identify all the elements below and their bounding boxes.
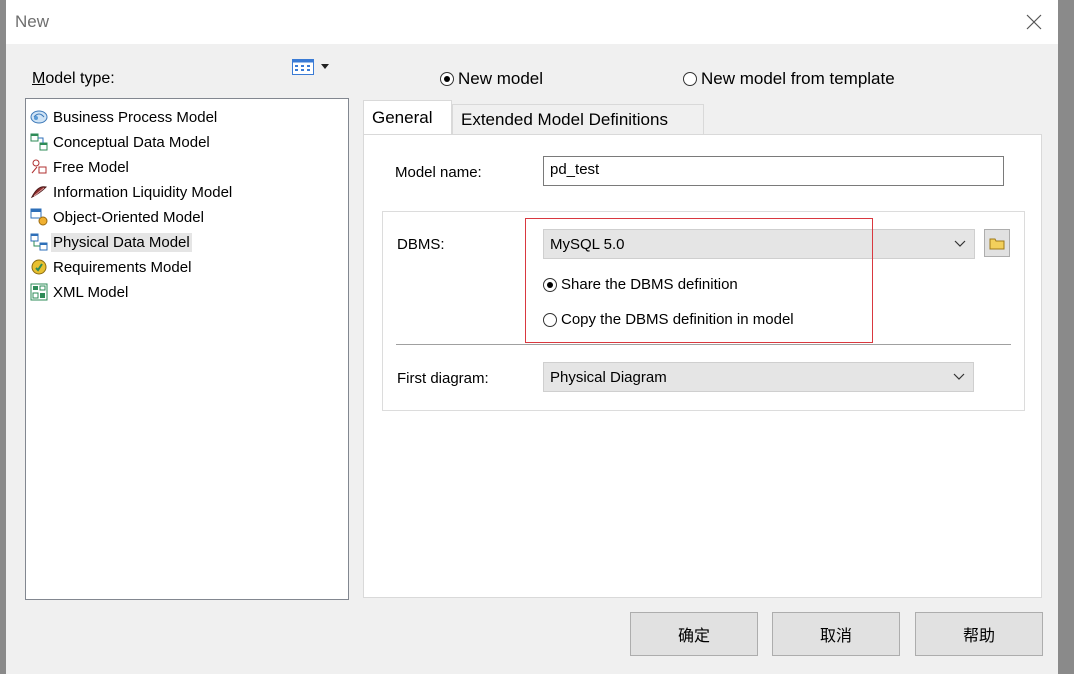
tab-general[interactable]: General bbox=[363, 100, 452, 134]
first-diagram-select[interactable]: Physical Diagram bbox=[543, 362, 974, 392]
model-type-label: Model type: bbox=[32, 70, 115, 88]
template-radio-dot bbox=[683, 72, 697, 86]
new-model-dialog: New Model type: Business Process Model C… bbox=[6, 0, 1058, 674]
ok-button[interactable]: 确定 bbox=[630, 612, 758, 656]
model-type-item-conceptual-data[interactable]: Conceptual Data Model bbox=[30, 131, 212, 153]
tab-extended-label: Extended Model Definitions bbox=[461, 109, 668, 129]
new-model-label: New model bbox=[458, 69, 544, 88]
model-type-label-text: Conceptual Data Model bbox=[53, 133, 210, 151]
model-type-label-text: Business Process Model bbox=[53, 108, 218, 126]
new-model-from-template-radio[interactable]: New model from template bbox=[683, 69, 938, 89]
dropdown-arrow-icon bbox=[321, 64, 329, 69]
group-separator bbox=[396, 344, 1011, 345]
model-type-label-text: Free Model bbox=[53, 158, 129, 176]
model-type-label-text: Physical Data Model bbox=[51, 232, 192, 252]
model-type-item-xml-model[interactable]: XML Model bbox=[30, 281, 130, 303]
window-title: New bbox=[15, 12, 50, 31]
model-type-rest: odel type: bbox=[45, 70, 115, 87]
tab-extended-model-definitions[interactable]: Extended Model Definitions bbox=[452, 104, 704, 134]
cancel-button[interactable]: 取消 bbox=[772, 612, 900, 656]
first-diagram-value: Physical Diagram bbox=[550, 368, 667, 386]
view-mode-button[interactable] bbox=[292, 58, 336, 76]
requirements-icon bbox=[30, 258, 48, 276]
help-button[interactable]: 帮助 bbox=[915, 612, 1043, 656]
model-type-item-object-oriented[interactable]: Object-Oriented Model bbox=[30, 206, 206, 228]
model-type-label-text: Requirements Model bbox=[53, 258, 192, 276]
chevron-down-icon bbox=[954, 240, 966, 247]
model-type-item-information-liquidity[interactable]: Information Liquidity Model bbox=[30, 181, 234, 203]
grid-view-icon bbox=[292, 59, 314, 75]
model-type-label-text: Object-Oriented Model bbox=[53, 208, 204, 226]
new-model-radio-dot bbox=[440, 72, 454, 86]
conceptual-data-icon bbox=[30, 133, 48, 151]
information-liquidity-icon bbox=[30, 183, 48, 201]
model-type-label-text: XML Model bbox=[53, 283, 129, 301]
model-name-label: Model name: bbox=[395, 164, 482, 181]
model-type-mnemonic: M bbox=[32, 70, 46, 87]
first-diagram-label: First diagram: bbox=[397, 370, 489, 387]
highlight-box bbox=[525, 218, 873, 343]
xml-model-icon bbox=[30, 283, 48, 301]
model-type-label-text: Information Liquidity Model bbox=[53, 183, 233, 201]
folder-icon bbox=[989, 238, 1005, 250]
model-type-item-requirements[interactable]: Requirements Model bbox=[30, 256, 193, 278]
close-icon[interactable] bbox=[1024, 12, 1044, 32]
dbms-browse-button[interactable] bbox=[984, 229, 1010, 257]
title-bar: New bbox=[6, 0, 1058, 44]
model-type-list[interactable]: Business Process Model Conceptual Data M… bbox=[25, 98, 349, 600]
dbms-label: DBMS: bbox=[397, 236, 445, 253]
model-type-item-business-process[interactable]: Business Process Model bbox=[30, 106, 219, 128]
business-process-icon bbox=[30, 108, 48, 126]
chevron-down-icon bbox=[953, 373, 965, 380]
model-name-input[interactable]: pd_test bbox=[543, 156, 1004, 186]
new-model-from-template-label: New model from template bbox=[701, 69, 895, 88]
free-model-icon bbox=[30, 158, 48, 176]
object-oriented-icon bbox=[30, 208, 48, 226]
model-type-item-physical-data[interactable]: Physical Data Model bbox=[30, 231, 192, 253]
physical-data-icon bbox=[30, 233, 48, 251]
tab-general-label: General bbox=[372, 107, 433, 127]
model-type-item-free-model[interactable]: Free Model bbox=[30, 156, 131, 178]
new-model-radio[interactable]: New model bbox=[440, 69, 543, 89]
